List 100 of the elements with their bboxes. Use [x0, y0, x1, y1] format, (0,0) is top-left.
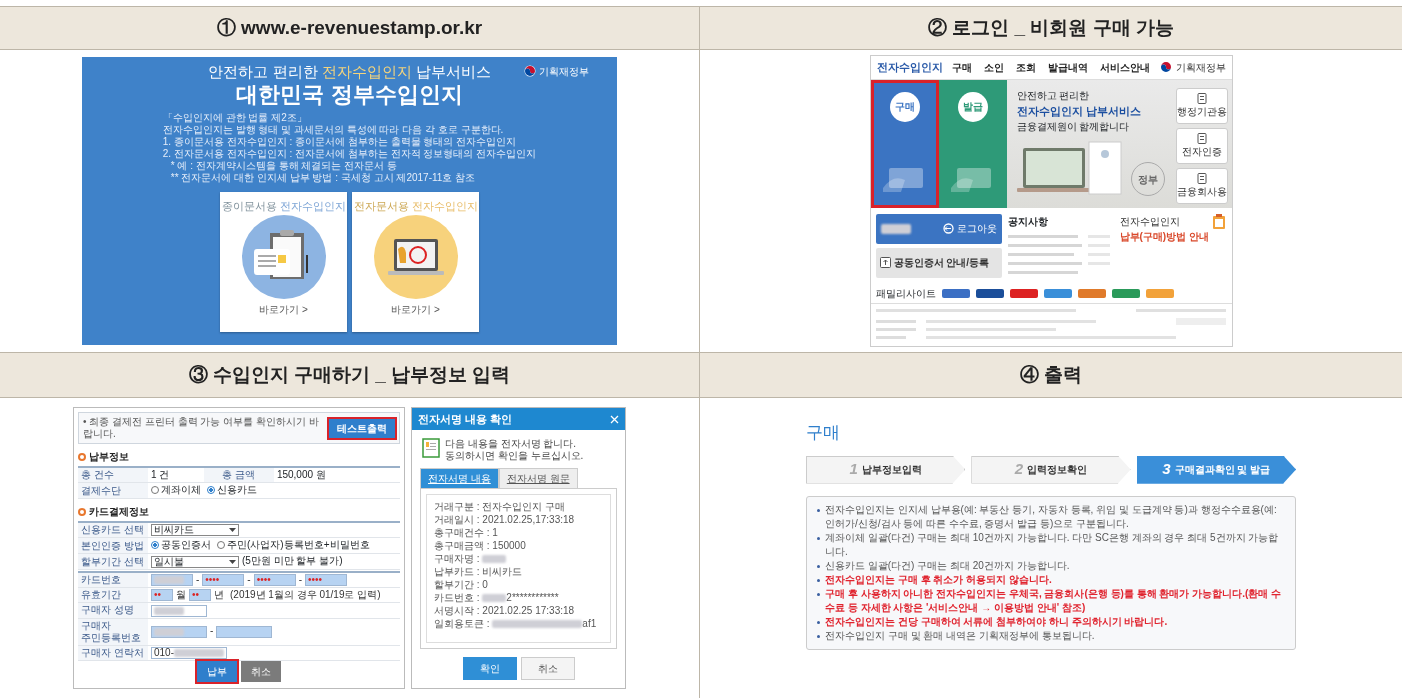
blurred-text	[174, 649, 224, 657]
field-label: 신용카드 선택	[78, 522, 148, 538]
notice-heading: 공지사항	[1007, 214, 1049, 229]
menu-link[interactable]: 발급내역	[1048, 59, 1088, 75]
blurred-text	[482, 555, 507, 564]
field-note: (5만원 미만 할부 불가)	[242, 555, 343, 567]
pay-button[interactable]: 납부	[197, 661, 237, 682]
notice-text: 구매 후 사용하지 아니한 전자수입인지는 우체국, 금융회사(은행 등)를 통해 환매가 가능합니다.(환매 수수료 등 자세한 사항은 '서비스안내 → 이용방법 안내' 참조)	[825, 586, 1283, 615]
signature-line: 거래일시 : 2021.02.25,17:33:18	[434, 513, 576, 526]
signature-line: 총구매건수 : 1	[434, 526, 499, 539]
test-print-button[interactable]: 테스트출력	[329, 418, 395, 438]
blurred-text	[154, 575, 184, 584]
partner-logo[interactable]	[1043, 288, 1072, 298]
shortcut-link[interactable]: 바로가기 >	[391, 301, 440, 317]
law-text: ** 전자문서에 대한 인지세 납부 방법 : 국세청 고시 제2017-11호 참조	[169, 172, 477, 184]
quick-link[interactable]: 전자인증	[1175, 127, 1228, 164]
menu-link[interactable]: 서비스안내	[1100, 59, 1150, 75]
bullet-icon	[817, 578, 820, 582]
section-heading: ④ 출력	[699, 352, 1402, 398]
logout-link[interactable]: 로그아웃	[942, 221, 997, 237]
menu-link[interactable]: 소인	[984, 59, 1004, 75]
step-indicator: 1 납부정보입력	[806, 455, 966, 484]
dropdown[interactable]: 일시불	[151, 555, 239, 568]
card-title-accent: 전자문서용	[353, 199, 409, 214]
field-text: -	[247, 573, 251, 585]
field-value: 150,000 원	[273, 467, 400, 483]
cancel-button[interactable]: 취소	[520, 657, 575, 680]
logout-icon	[942, 223, 954, 235]
hero-text: 금융결제원이 함께합니다	[1016, 120, 1131, 135]
ministry-name: 기획재정부	[1175, 60, 1226, 75]
bullet-icon	[817, 536, 820, 540]
section-heading: ① www.e-revenuestamp.or.kr	[0, 6, 699, 50]
radio-option[interactable]: 공동인증서	[151, 539, 211, 552]
signature-line: 할부기간 : 0	[434, 578, 489, 591]
partner-logo[interactable]	[1009, 288, 1038, 298]
emblem-icon	[1159, 61, 1172, 74]
document-icon	[1196, 132, 1207, 144]
certificate-link[interactable]: 공동인증서 안내/등록	[875, 247, 1002, 278]
dialog-tab[interactable]: 전자서명 원문	[498, 468, 578, 488]
input-field[interactable]	[151, 604, 207, 617]
notice-text: 전자수입인지 구매 및 환매 내역은 기획재정부에 통보됩니다.	[825, 628, 1095, 643]
radio-option[interactable]: 신용카드	[207, 484, 257, 496]
shortcut-link[interactable]: 바로가기 >	[259, 301, 308, 317]
signature-line: 총구매금액 : 150000	[434, 539, 527, 552]
notice-text: • 최종 결제전 프린터 출력 가능 여부를 확인하시기 바랍니다.	[83, 416, 320, 440]
site-title: 대한민국 정부수입인지	[235, 81, 464, 108]
field-text: -	[210, 625, 214, 637]
document-icon	[1196, 92, 1207, 104]
section-heading: ③ 수입인지 구매하기 _ 납부정보 입력	[0, 352, 699, 398]
field-label: 총 건수	[78, 467, 148, 483]
field-label: 카드번호	[78, 571, 148, 588]
section-heading: 카드결제정보	[89, 505, 149, 519]
field-value: 1 건	[148, 467, 204, 483]
law-text: 「수입인지에 관한 법률 제2조」	[162, 112, 308, 124]
caret-icon	[229, 559, 236, 564]
document-icon	[422, 438, 440, 458]
guide-link[interactable]: 전자수입인지 납부(구매)방법 안내	[1119, 213, 1227, 282]
signature-line: 서명시작 : 2021.02.25 17:33:18	[434, 604, 576, 617]
service-tile[interactable]: 구매	[870, 79, 939, 208]
family-site-label: 패밀리사이트	[875, 286, 936, 301]
signature-line: 카드번호 : 2************	[434, 591, 560, 604]
quick-link[interactable]: 행정기관용	[1175, 87, 1228, 124]
input-field[interactable]: 010-	[151, 647, 227, 659]
notice-text: 신용카드 일괄(다건) 구매는 최대 20건까지 가능합니다.	[825, 558, 1070, 573]
clipboard-icon	[1211, 213, 1226, 230]
section-heading: ② 로그인 _ 비회원 구매 가능	[699, 6, 1402, 50]
partner-logo[interactable]	[1111, 288, 1140, 298]
quick-link[interactable]: 금융회사용	[1175, 167, 1228, 204]
input-field[interactable]	[216, 625, 273, 638]
ministry-name: 기획재정부	[539, 64, 589, 79]
field-text: -	[298, 573, 303, 585]
radio-option[interactable]: 계좌이체	[151, 484, 201, 496]
dropdown[interactable]: 비씨카드	[151, 524, 239, 537]
signature-line: 납부카드 : 비씨카드	[434, 565, 524, 578]
partner-logo[interactable]	[941, 288, 970, 298]
field-text: 년	[214, 588, 224, 600]
document-icon	[1196, 172, 1207, 184]
partner-logo[interactable]	[975, 288, 1004, 298]
menu-link[interactable]: 구매	[952, 59, 972, 75]
dialog-message: 동의하시면 확인을 누르십시오.	[445, 450, 584, 462]
input-field[interactable]	[151, 573, 193, 586]
headline-text: 안전하고 편리한	[208, 63, 318, 80]
law-text: 2. 전자문서용 전자수입인지 : 전자문서에 첨부하는 전자적 정보형태의 전자수입인지	[162, 148, 537, 160]
signature-line: 구매자명 :	[434, 552, 603, 565]
radio-option[interactable]: 주민(사업자)등록번호+비밀번호	[217, 539, 370, 552]
field-text: -	[196, 573, 200, 585]
site-logo[interactable]: 전자수입인지	[876, 59, 943, 76]
cancel-button[interactable]: 취소	[241, 661, 281, 682]
emblem-icon	[524, 65, 536, 77]
bullet-icon	[817, 508, 820, 512]
notice-text: 전자수입인지는 건당 구매하여 서류에 첨부하여야 하니 주의하시기 바랍니다.	[825, 614, 1168, 629]
menu-link[interactable]: 조회	[1016, 59, 1036, 75]
input-field[interactable]	[151, 625, 207, 638]
upload-icon	[879, 257, 891, 269]
notice-text: 전자수입인지는 구매 후 취소가 허용되지 않습니다.	[825, 572, 1052, 587]
notice-text: 계좌이체 일괄(다건) 구매는 최대 10건까지 가능합니다. 다만 SC은행 계좌의 경우 최대 5건까지 가능합니다.	[825, 530, 1280, 559]
hero-title: 전자수입인지 납부서비스	[1016, 103, 1142, 119]
card-title: 전자수입인지	[279, 199, 346, 214]
notice-text: 전자수입인지는 인지세 납부용(예: 부동산 등기, 자동차 등록, 위임 및 도급계약 등)과 행정수수료용(예: 인허가/신청/검사 등에 따른 수수료, 증명서 발급 등)으로 구분됩니다.	[825, 502, 1278, 531]
headline-accent: 전자수입인지	[321, 63, 412, 80]
